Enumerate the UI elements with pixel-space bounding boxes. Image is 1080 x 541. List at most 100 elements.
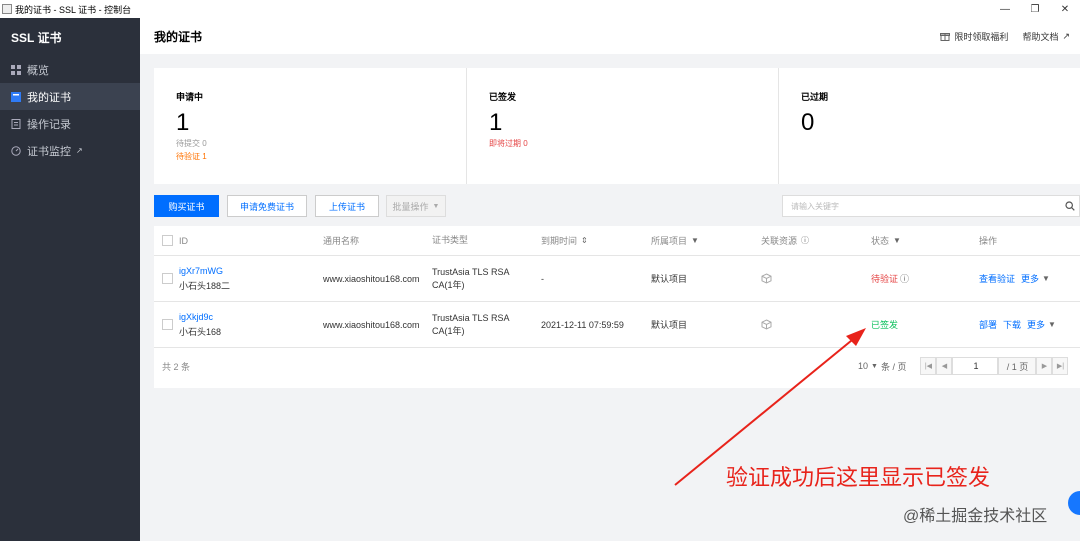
- watermark: @稀土掘金技术社区: [903, 508, 1048, 525]
- cell-project: 默认项目: [651, 274, 688, 284]
- filter-icon[interactable]: ▼: [893, 236, 901, 245]
- last-page-button[interactable]: ▶|: [1052, 357, 1069, 375]
- row-select-cell: [162, 302, 173, 347]
- table-row: igXkjd9c 小石头168 www.xiaoshitou168.com Tr…: [154, 302, 1080, 348]
- cell-expiry: -: [541, 273, 544, 284]
- view-verification-link[interactable]: 查看验证: [979, 272, 1015, 285]
- page-header: 我的证书 限时领取福利 帮助文档 ↗: [140, 18, 1080, 54]
- batch-operations-dropdown[interactable]: 批量操作 ▼: [386, 195, 446, 217]
- record-icon: [11, 118, 21, 129]
- cell-id: igXkjd9c 小石头168: [179, 302, 221, 347]
- cert-alias: 小石头168: [179, 326, 222, 337]
- next-page-button[interactable]: ▶: [1036, 357, 1053, 375]
- table-footer: 共 2 条 10 ▼ 条 / 页 |◀ ◀ 1 / 1 页 ▶ ▶|: [154, 348, 1080, 384]
- stat-applying: 申请中 1 待提交 0 待验证 1: [154, 68, 466, 184]
- first-page-button[interactable]: |◀: [920, 357, 937, 375]
- page-size-select[interactable]: 10 ▼ 条 / 页: [858, 360, 906, 373]
- stat-value[interactable]: 0: [801, 110, 1080, 136]
- apply-free-certificate-button[interactable]: 申请免费证书: [227, 195, 307, 217]
- sidebar-item-label: 概览: [27, 64, 49, 77]
- gift-icon: [940, 33, 951, 41]
- pagination: 10 ▼ 条 / 页 |◀ ◀ 1 / 1 页 ▶ ▶|: [858, 348, 1069, 384]
- cell-status: 已签发: [871, 302, 898, 347]
- promo-label: 限时领取福利: [954, 31, 1009, 42]
- prev-page-button[interactable]: ◀: [936, 357, 953, 375]
- help-docs-link[interactable]: 帮助文档 ↗: [1018, 30, 1070, 43]
- cell-id: igXr7mWG 小石头188二: [179, 256, 230, 301]
- search-icon[interactable]: [1061, 201, 1079, 211]
- stat-pending-verify[interactable]: 待验证 1: [176, 151, 466, 162]
- stat-label: 已签发: [489, 92, 517, 102]
- th-common-name: 通用名称: [323, 236, 360, 246]
- cube-icon[interactable]: [761, 319, 772, 330]
- chevron-down-icon: ▼: [1048, 320, 1056, 329]
- cell-resource: [761, 302, 772, 347]
- th-project-label: 所属项目: [651, 236, 688, 246]
- row-checkbox[interactable]: [162, 273, 173, 284]
- download-link[interactable]: 下载: [1003, 318, 1021, 331]
- sidebar-item-operation-log[interactable]: 操作记录: [0, 110, 140, 137]
- search-input[interactable]: [783, 196, 1061, 216]
- stat-expiring-soon[interactable]: 即将过期 0: [489, 138, 778, 149]
- certificate-icon: [11, 91, 21, 102]
- th-expiry[interactable]: 到期时间 ⇕: [541, 226, 588, 255]
- annotation-text: 验证成功后这里显示已签发: [726, 466, 991, 491]
- total-pages: / 1 页: [998, 357, 1037, 375]
- stats-panel: 申请中 1 待提交 0 待验证 1 已签发 1 即将过期 0 已过期 0: [154, 68, 1080, 184]
- page-number-input[interactable]: 1: [952, 357, 999, 375]
- search-box: [782, 195, 1080, 217]
- table-row: igXr7mWG 小石头188二 www.xiaoshitou168.com T…: [154, 256, 1080, 302]
- status-text: 待验证: [871, 274, 899, 284]
- sidebar: SSL 证书 概览 我的证书 操作记录 证书监控 ↗: [0, 18, 140, 541]
- more-link[interactable]: 更多: [1021, 272, 1039, 285]
- info-icon[interactable]: ⓘ: [900, 272, 909, 285]
- row-select-cell: [162, 256, 173, 301]
- monitor-icon: [11, 145, 21, 156]
- stat-pending-submit[interactable]: 待提交 0: [176, 138, 466, 149]
- th-status[interactable]: 状态 ▼: [871, 226, 901, 255]
- cell-project: 默认项目: [651, 320, 688, 330]
- th-resource-label: 关联资源: [761, 236, 798, 246]
- info-icon[interactable]: ⓘ: [801, 235, 809, 246]
- close-button[interactable]: ✕: [1050, 0, 1080, 18]
- sidebar-brand: SSL 证书: [11, 30, 62, 45]
- promo-link[interactable]: 限时领取福利: [940, 30, 1008, 43]
- cell-expiry: 2021-12-11 07:59:59: [541, 319, 624, 330]
- minimize-button[interactable]: —: [990, 0, 1020, 18]
- more-link[interactable]: 更多: [1027, 318, 1045, 331]
- chevron-down-icon: ▼: [432, 202, 440, 210]
- cube-icon[interactable]: [761, 273, 772, 284]
- upload-certificate-button[interactable]: 上传证书: [315, 195, 379, 217]
- cert-id-link[interactable]: igXr7mWG: [179, 266, 223, 276]
- row-checkbox[interactable]: [162, 319, 173, 330]
- cell-status: 待验证 ⓘ: [871, 256, 909, 301]
- buy-certificate-button[interactable]: 购买证书: [154, 195, 219, 217]
- restore-button[interactable]: ❐: [1020, 0, 1050, 18]
- stat-issued: 已签发 1 即将过期 0: [466, 68, 778, 184]
- deploy-link[interactable]: 部署: [979, 318, 997, 331]
- chevron-down-icon: ▼: [1042, 274, 1050, 283]
- th-resource: 关联资源 ⓘ: [761, 226, 809, 255]
- page-size-unit: 条 / 页: [880, 361, 907, 372]
- floating-help-button[interactable]: [1068, 491, 1080, 515]
- external-link-icon: ↗: [76, 146, 83, 155]
- chevron-down-icon: ▼: [871, 362, 878, 370]
- stat-value[interactable]: 1: [176, 110, 466, 136]
- certificate-table: ID 通用名称 证书类型 到期时间 ⇕ 所属项目 ▼ 关联资源 ⓘ 状态 ▼ 操…: [154, 226, 1080, 388]
- sidebar-item-cert-monitor[interactable]: 证书监控 ↗: [0, 137, 140, 164]
- select-all-checkbox[interactable]: [162, 235, 173, 246]
- sort-icon[interactable]: ⇕: [581, 236, 588, 245]
- stat-expired: 已过期 0: [778, 68, 1080, 184]
- sidebar-item-overview[interactable]: 概览: [0, 56, 140, 83]
- cell-cert-type: TrustAsia TLS RSA CA(1年): [432, 266, 510, 290]
- window-controls: — ❐ ✕: [990, 0, 1080, 18]
- filter-icon[interactable]: ▼: [691, 236, 699, 245]
- select-all-cell: [162, 226, 173, 255]
- cert-id-link[interactable]: igXkjd9c: [179, 312, 213, 322]
- th-id: ID: [179, 235, 188, 246]
- stat-value[interactable]: 1: [489, 110, 778, 136]
- batch-label: 批量操作: [392, 201, 429, 212]
- sidebar-item-my-certificates[interactable]: 我的证书: [0, 83, 140, 110]
- th-status-label: 状态: [871, 236, 890, 246]
- th-project[interactable]: 所属项目 ▼: [651, 226, 699, 255]
